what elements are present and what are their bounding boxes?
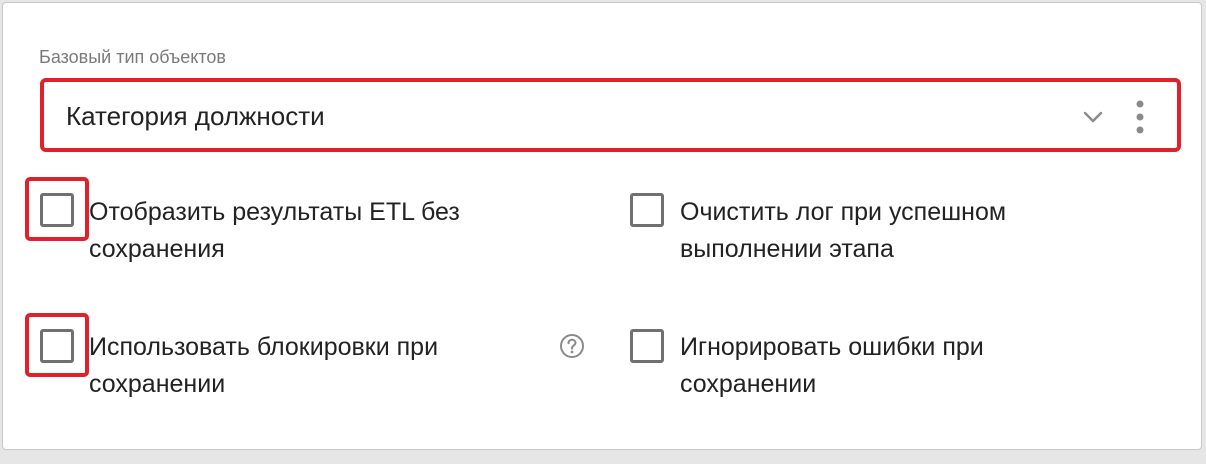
ignore-errors-checkbox[interactable] — [630, 329, 664, 363]
question-circle-icon[interactable] — [559, 333, 585, 359]
kebab-menu-icon[interactable] — [1128, 98, 1152, 136]
show-etl-results-line2: сохранения — [89, 235, 225, 263]
clear-log-line1: Очистить лог при успешном — [680, 198, 1007, 226]
show-etl-results-checkbox[interactable] — [40, 193, 74, 227]
clear-log-label[interactable]: Очистить лог при успешном выполнении эта… — [680, 194, 1006, 268]
show-etl-results-label[interactable]: Отобразить результаты ETL без сохранения — [89, 194, 460, 268]
use-locks-line2: сохранении — [89, 370, 226, 398]
base-type-label: Базовый тип объектов — [39, 47, 226, 67]
ignore-errors-line2: сохранении — [680, 370, 817, 398]
chevron-down-icon[interactable] — [1080, 104, 1106, 130]
base-type-value: Категория должности — [66, 101, 325, 131]
use-locks-label[interactable]: Использовать блокировки при сохранении — [89, 329, 438, 403]
clear-log-line2: выполнении этапа — [680, 235, 894, 263]
clear-log-checkbox[interactable] — [630, 193, 664, 227]
ignore-errors-label[interactable]: Игнорировать ошибки при сохранении — [680, 329, 984, 403]
settings-panel: Базовый тип объектов Категория должности… — [2, 2, 1202, 450]
ignore-errors-line1: Игнорировать ошибки при — [680, 333, 984, 361]
base-type-select[interactable]: Категория должности — [40, 78, 1181, 152]
use-locks-line1: Использовать блокировки при — [89, 333, 439, 361]
show-etl-results-line1: Отобразить результаты ETL без — [89, 198, 460, 226]
use-locks-checkbox[interactable] — [40, 329, 74, 363]
